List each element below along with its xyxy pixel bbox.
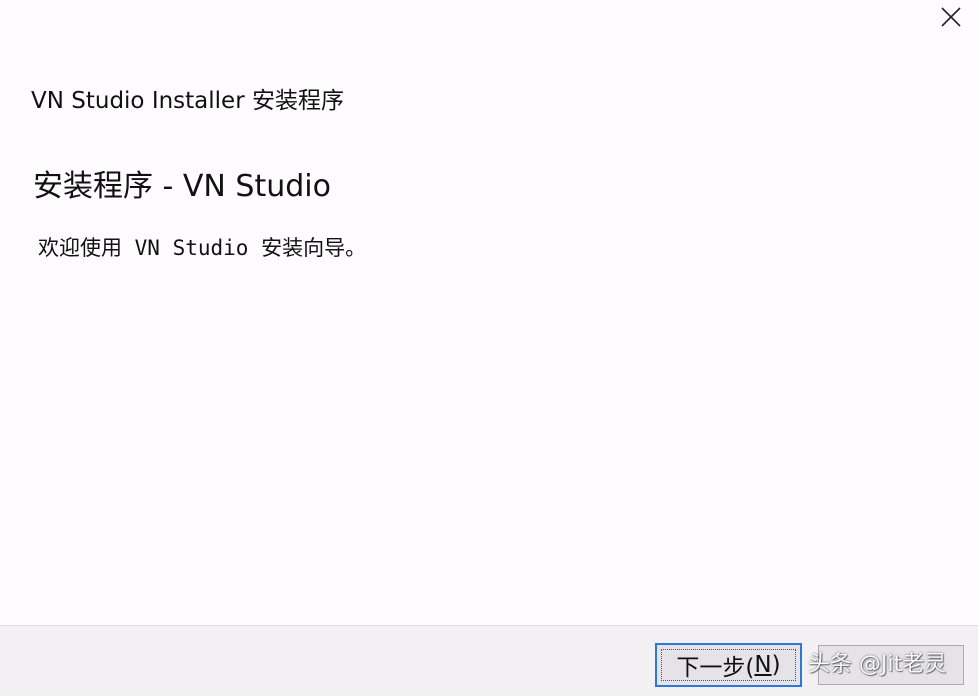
close-icon	[940, 6, 962, 32]
cancel-button[interactable]	[818, 645, 964, 685]
next-button-content: 下一步(N)	[657, 645, 800, 685]
next-button-mnemonic: N	[754, 652, 772, 678]
next-button-label: 下一步(	[676, 655, 755, 681]
close-button[interactable]	[934, 6, 968, 32]
next-button[interactable]: 下一步(N)	[655, 643, 802, 687]
welcome-message: 欢迎使用 VN Studio 安装向导。	[38, 236, 367, 260]
installer-window: VN Studio Installer 安装程序 安装程序 - VN Studi…	[0, 0, 978, 696]
next-button-suffix: )	[771, 652, 781, 678]
window-title: VN Studio Installer 安装程序	[31, 88, 344, 114]
page-heading: 安装程序 - VN Studio	[33, 169, 331, 204]
